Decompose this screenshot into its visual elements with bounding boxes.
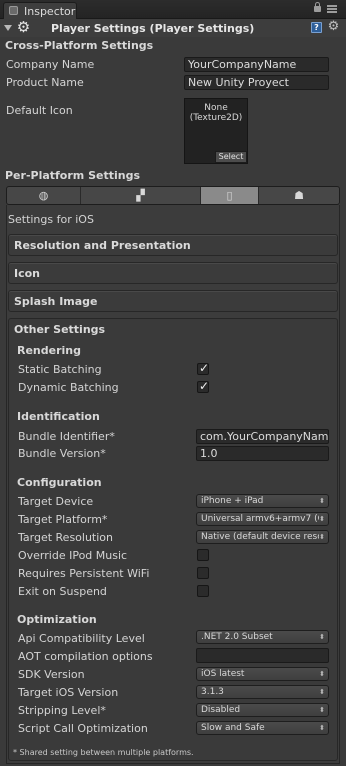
component-header: ⚙ Player Settings (Player Settings) ? ⚙	[0, 19, 346, 37]
bundle-version-field[interactable]: 1.0	[196, 446, 329, 461]
stripping-level-label: Stripping Level*	[18, 704, 106, 717]
inspector-tab[interactable]: Inspector	[3, 2, 77, 19]
configuration-title: Configuration	[17, 476, 102, 489]
static-batching-checkbox[interactable]: ✓	[197, 361, 210, 375]
foldout-resolution[interactable]: Resolution and Presentation	[8, 234, 338, 256]
product-name-field[interactable]: New Unity Proyect	[184, 75, 329, 90]
target-resolution-dropdown[interactable]: Native (default device resolution) ⬍	[196, 530, 329, 544]
tab-bar: Inspector	[0, 0, 346, 19]
dropdown-arrow-icon: ⬍	[319, 633, 325, 641]
dropdown-arrow-icon: ⬍	[319, 688, 325, 696]
identification-title: Identification	[17, 410, 100, 423]
stripping-level-dropdown[interactable]: Disabled ⬍	[196, 703, 329, 717]
check-icon: ✓	[199, 361, 210, 375]
tab-android[interactable]: ☗	[259, 187, 339, 204]
exit-on-suspend-checkbox[interactable]	[197, 585, 209, 597]
exit-on-suspend-label: Exit on Suspend	[18, 585, 107, 598]
dropdown-arrow-icon: ⬍	[319, 706, 325, 714]
persistent-wifi-label: Requires Persistent WiFi	[18, 567, 150, 580]
dropdown-arrow-icon: ⬍	[319, 497, 325, 505]
target-platform-value: Universal armv6+armv7 (OpenGL ES1.1+2.0)	[201, 514, 319, 524]
static-batching-label: Static Batching	[18, 363, 102, 376]
optimization-title: Optimization	[17, 613, 97, 626]
company-name-field[interactable]: YourCompanyName	[184, 57, 329, 72]
check-icon: ✓	[199, 379, 210, 393]
target-platform-label: Target Platform*	[18, 513, 108, 526]
foldout-arrow-icon[interactable]	[4, 25, 12, 31]
default-icon-label: Default Icon	[6, 104, 73, 117]
platform-tabs: ◍ ▞ ▯ ☗	[6, 186, 340, 205]
company-name-label: Company Name	[6, 58, 95, 71]
other-settings-title[interactable]: Other Settings	[14, 323, 105, 336]
override-ipod-checkbox[interactable]	[197, 549, 209, 561]
target-resolution-value: Native (default device resolution)	[201, 532, 319, 542]
rendering-title: Rendering	[17, 344, 81, 357]
foldout-splash-title: Splash Image	[14, 295, 98, 308]
inspector-tab-label: Inspector	[24, 5, 76, 18]
bundle-version-label: Bundle Version*	[18, 447, 106, 460]
script-call-label: Script Call Optimization	[18, 722, 148, 735]
dropdown-arrow-icon: ⬍	[319, 724, 325, 732]
settings-for-label: Settings for iOS	[8, 213, 94, 226]
sdk-version-label: SDK Version	[18, 668, 85, 681]
ios-phone-icon: ▯	[226, 189, 233, 202]
target-device-label: Target Device	[18, 495, 94, 508]
tab-web[interactable]: ◍	[7, 187, 81, 204]
target-resolution-label: Target Resolution	[18, 531, 114, 544]
shared-setting-footnote: * Shared setting between multiple platfo…	[13, 748, 194, 757]
bundle-identifier-label: Bundle Identifier*	[18, 430, 115, 443]
default-icon-slot[interactable]: None (Texture2D) Select	[184, 98, 248, 164]
aot-options-field[interactable]	[196, 648, 329, 663]
api-compatibility-value: .NET 2.0 Subset	[201, 632, 273, 642]
target-ios-dropdown[interactable]: 3.1.3 ⬍	[196, 685, 329, 699]
stripping-level-value: Disabled	[201, 705, 241, 715]
override-ipod-label: Override IPod Music	[18, 549, 128, 562]
api-compatibility-dropdown[interactable]: .NET 2.0 Subset ⬍	[196, 630, 329, 644]
player-settings-icon: ⚙	[16, 18, 31, 36]
web-globe-icon: ◍	[38, 189, 49, 202]
settings-gear-icon[interactable]: ⚙	[327, 20, 340, 33]
android-icon: ☗	[294, 189, 304, 202]
tab-standalone[interactable]: ▞	[81, 187, 201, 204]
per-platform-title: Per-Platform Settings	[5, 169, 141, 182]
lock-icon[interactable]	[314, 2, 321, 12]
standalone-windows-icon: ▞	[136, 189, 145, 202]
foldout-icon-title: Icon	[14, 267, 41, 280]
dropdown-arrow-icon: ⬍	[319, 533, 325, 541]
script-call-value: Slow and Safe	[201, 723, 265, 733]
target-device-dropdown[interactable]: iPhone + iPad ⬍	[196, 494, 329, 508]
foldout-resolution-title: Resolution and Presentation	[14, 239, 191, 252]
help-icon[interactable]: ?	[311, 22, 322, 33]
icon-none-text: None (Texture2D)	[189, 103, 243, 123]
product-name-label: Product Name	[6, 76, 84, 89]
dynamic-batching-checkbox[interactable]: ✓	[197, 379, 210, 393]
dropdown-arrow-icon: ⬍	[319, 515, 325, 523]
foldout-icon[interactable]: Icon	[8, 262, 338, 284]
aot-options-label: AOT compilation options	[18, 650, 153, 663]
header-title: Player Settings (Player Settings)	[51, 22, 255, 35]
menu-icon[interactable]	[327, 5, 337, 13]
tab-ios[interactable]: ▯	[201, 187, 259, 204]
foldout-splash[interactable]: Splash Image	[8, 290, 338, 312]
select-icon-button[interactable]: Select	[215, 151, 247, 163]
persistent-wifi-checkbox[interactable]	[197, 567, 209, 579]
api-compatibility-label: Api Compatibility Level	[18, 632, 145, 645]
dynamic-batching-label: Dynamic Batching	[18, 381, 119, 394]
bundle-identifier-field[interactable]: com.YourCompanyName.ProductName	[196, 429, 329, 444]
target-ios-value: 3.1.3	[201, 687, 224, 697]
target-platform-dropdown[interactable]: Universal armv6+armv7 (OpenGL ES1.1+2.0)…	[196, 512, 329, 526]
target-ios-label: Target iOS Version	[18, 686, 119, 699]
dropdown-arrow-icon: ⬍	[319, 670, 325, 678]
sdk-version-value: iOS latest	[201, 669, 245, 679]
inspector-icon	[9, 6, 18, 15]
cross-platform-title: Cross-Platform Settings	[5, 39, 154, 52]
target-device-value: iPhone + iPad	[201, 496, 264, 506]
script-call-dropdown[interactable]: Slow and Safe ⬍	[196, 721, 329, 735]
sdk-version-dropdown[interactable]: iOS latest ⬍	[196, 667, 329, 681]
